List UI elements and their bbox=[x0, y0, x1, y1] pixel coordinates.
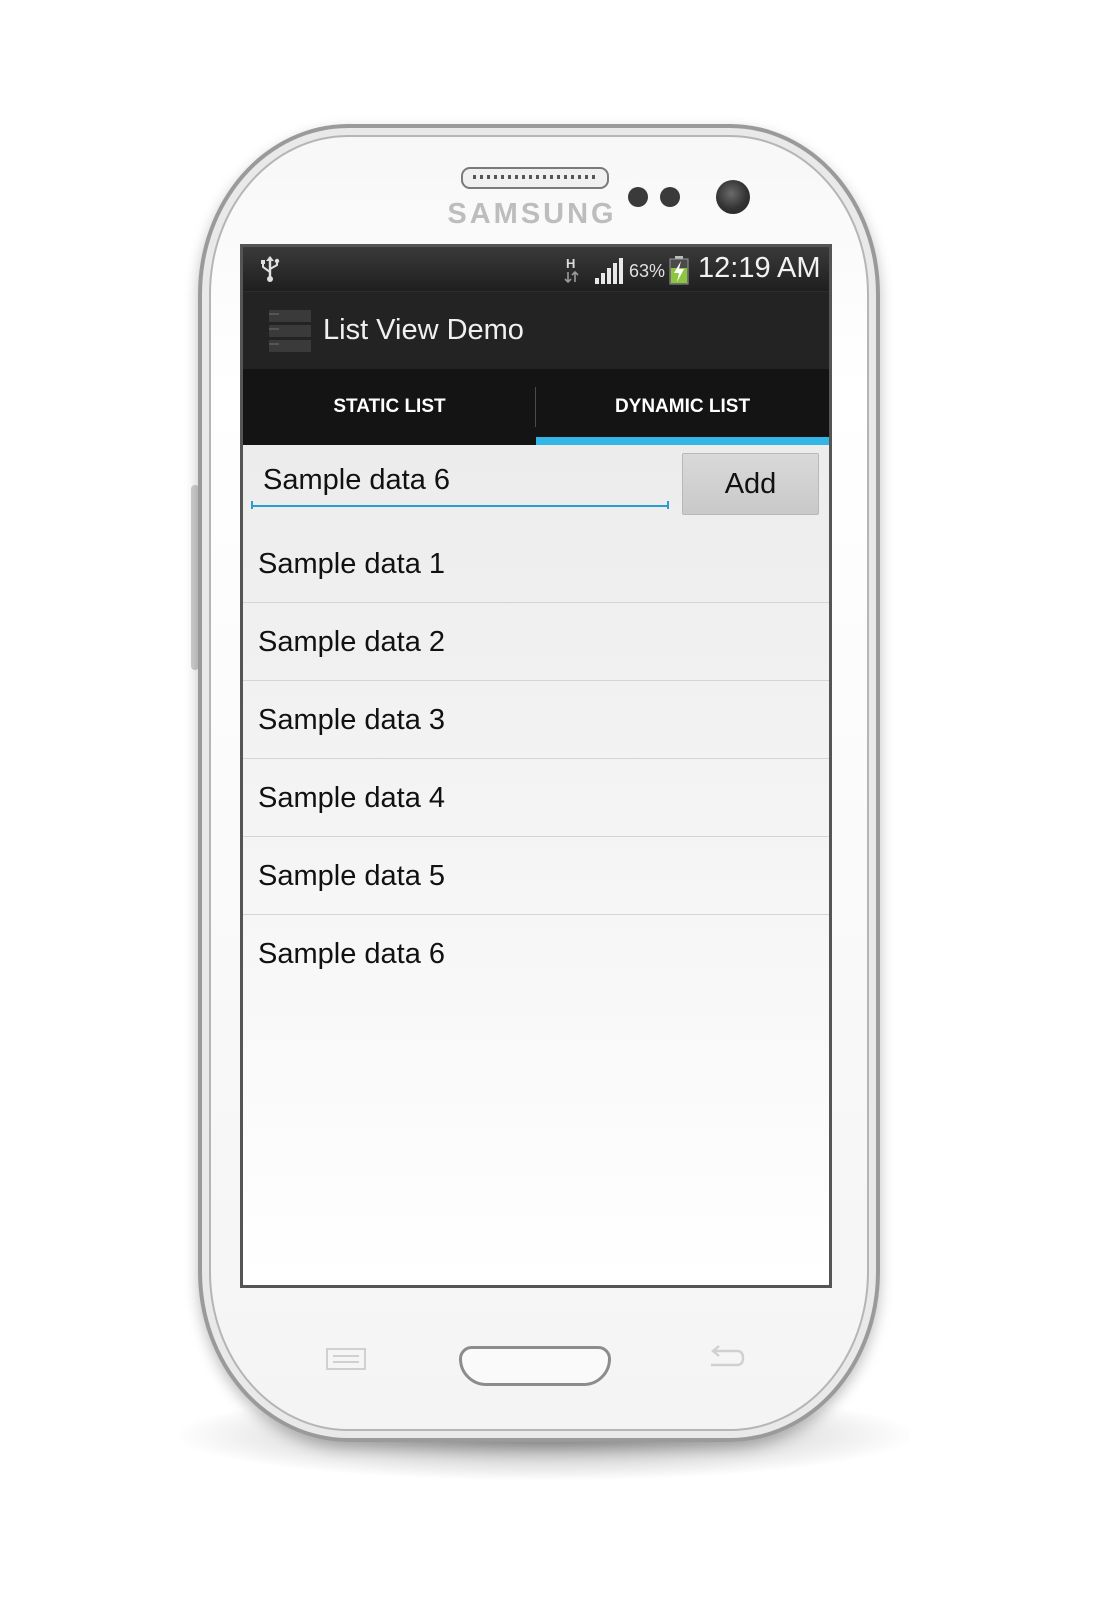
status-time: 12:19 AM bbox=[698, 252, 821, 284]
front-camera bbox=[716, 180, 750, 214]
list-app-icon[interactable] bbox=[267, 308, 313, 354]
brand-logo: SAMSUNG bbox=[447, 198, 617, 230]
usb-icon bbox=[261, 256, 280, 282]
proximity-sensor bbox=[628, 187, 648, 207]
dynamic-list-page: Add Sample data 1 Sample data 2 Sample d… bbox=[243, 445, 829, 1285]
list-item[interactable]: Sample data 5 bbox=[243, 837, 829, 915]
item-text-input[interactable] bbox=[251, 455, 669, 507]
list-item[interactable]: Sample data 2 bbox=[243, 603, 829, 681]
battery-percent: 63% bbox=[629, 261, 666, 281]
earpiece-speaker bbox=[461, 167, 609, 189]
add-button[interactable]: Add bbox=[682, 453, 819, 515]
tab-label: DYNAMIC LIST bbox=[614, 396, 751, 417]
list-item[interactable]: Sample data 4 bbox=[243, 759, 829, 837]
status-bar: H 63% 12:19 AM bbox=[243, 247, 829, 291]
input-underline-left bbox=[251, 501, 253, 509]
add-item-row: Add bbox=[243, 445, 829, 525]
back-key-icon[interactable] bbox=[703, 1343, 747, 1373]
home-button[interactable] bbox=[459, 1346, 611, 1386]
tab-selected-indicator bbox=[536, 437, 829, 445]
items-list: Sample data 1 Sample data 2 Sample data … bbox=[243, 525, 829, 993]
battery-charging-icon bbox=[669, 256, 689, 285]
tab-label: STATIC LIST bbox=[333, 396, 446, 417]
list-item[interactable]: Sample data 3 bbox=[243, 681, 829, 759]
phone-screen: H 63% 12:19 AM List View Demo STATIC LIS… bbox=[240, 244, 832, 1288]
svg-text:H: H bbox=[566, 256, 575, 271]
list-item[interactable]: Sample data 6 bbox=[243, 915, 829, 993]
app-title: List View Demo bbox=[323, 314, 524, 346]
menu-key-icon[interactable] bbox=[326, 1347, 366, 1371]
h-data-icon: H bbox=[564, 256, 579, 284]
tab-bar: STATIC LIST DYNAMIC LIST bbox=[243, 369, 829, 445]
tab-static-list[interactable]: STATIC LIST bbox=[243, 369, 536, 445]
action-bar: List View Demo bbox=[243, 291, 829, 370]
list-item[interactable]: Sample data 1 bbox=[243, 525, 829, 603]
tab-dynamic-list[interactable]: DYNAMIC LIST bbox=[536, 369, 829, 445]
input-underline-right bbox=[667, 501, 669, 509]
light-sensor bbox=[660, 187, 680, 207]
signal-icon bbox=[595, 258, 623, 284]
